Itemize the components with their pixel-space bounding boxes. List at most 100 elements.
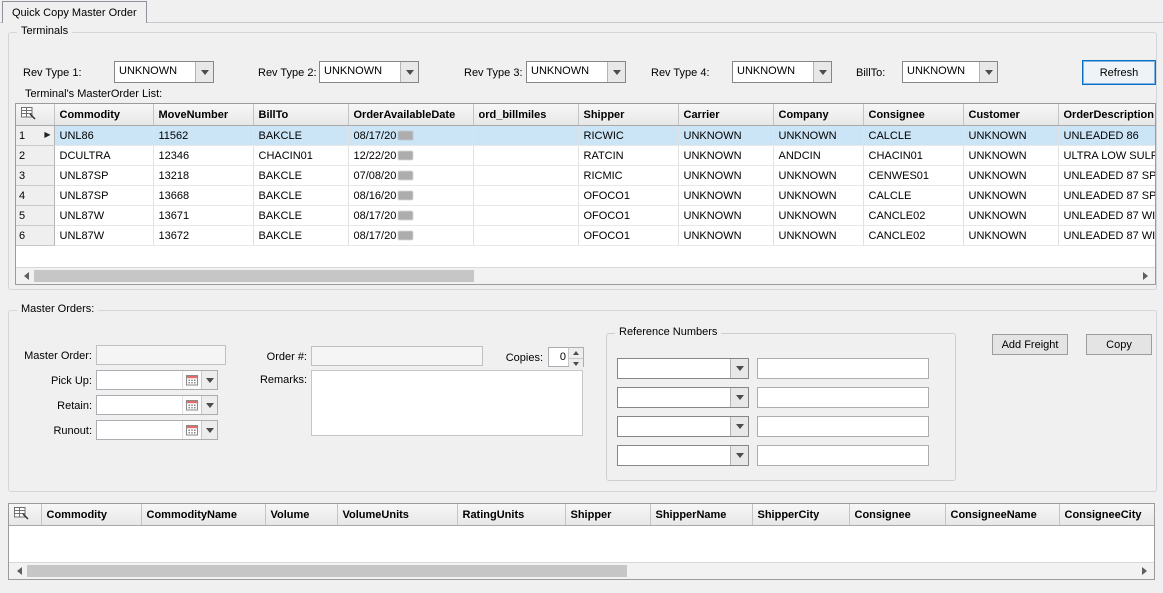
- grid-cell[interactable]: CALCLE: [863, 126, 963, 146]
- grid-cell[interactable]: [473, 146, 578, 166]
- scroll-right-button[interactable]: [1138, 563, 1154, 579]
- grid-cell[interactable]: [473, 126, 578, 146]
- grid-cell[interactable]: BAKCLE: [253, 166, 348, 186]
- grid-cell[interactable]: 07/08/20: [348, 166, 473, 186]
- chevron-down-icon[interactable]: [201, 371, 217, 389]
- rev-type-3-combobox[interactable]: UNKNOWN: [526, 61, 626, 83]
- reference-number-4-field[interactable]: [757, 445, 929, 466]
- grid-row-5[interactable]: 5UNL87W13671BAKCLE08/17/20OFOCO1UNKNOWNU…: [16, 206, 1155, 226]
- scroll-left-button[interactable]: [9, 563, 25, 579]
- column-header-shipper[interactable]: Shipper: [565, 504, 650, 526]
- chevron-down-icon[interactable]: [201, 421, 217, 439]
- grid-cell[interactable]: 13672: [153, 226, 253, 246]
- grid-row-4[interactable]: 4UNL87SP13668BAKCLE08/16/20OFOCO1UNKNOWN…: [16, 186, 1155, 206]
- column-header-consignee[interactable]: Consignee: [849, 504, 945, 526]
- grid-cell[interactable]: 13218: [153, 166, 253, 186]
- grid-cell[interactable]: OFOCO1: [578, 206, 678, 226]
- grid-cell[interactable]: UNKNOWN: [963, 126, 1058, 146]
- scrollbar-thumb[interactable]: [27, 565, 627, 577]
- grid-cell[interactable]: CHACIN01: [253, 146, 348, 166]
- grid-cell[interactable]: UNL87SP: [54, 186, 153, 206]
- grid-cell[interactable]: UNKNOWN: [773, 186, 863, 206]
- chevron-down-icon[interactable]: [979, 62, 997, 82]
- retain-date-picker[interactable]: [96, 395, 218, 415]
- grid-cell[interactable]: CANCLE02: [863, 206, 963, 226]
- column-header-orderavailabledate[interactable]: OrderAvailableDate: [348, 104, 473, 126]
- column-header-consigneename[interactable]: ConsigneeName: [945, 504, 1059, 526]
- grid-cell[interactable]: UNLEADED 87 WIN: [1058, 206, 1155, 226]
- grid-cell[interactable]: OFOCO1: [578, 186, 678, 206]
- chevron-down-icon[interactable]: [730, 417, 748, 436]
- rev-type-4-combobox[interactable]: UNKNOWN: [732, 61, 832, 83]
- grid-cell[interactable]: UNKNOWN: [963, 206, 1058, 226]
- grid-corner-selector-icon[interactable]: [9, 504, 41, 526]
- grid-cell[interactable]: UNKNOWN: [963, 146, 1058, 166]
- grid-cell[interactable]: CANCLE02: [863, 226, 963, 246]
- grid-cell[interactable]: 11562: [153, 126, 253, 146]
- grid-cell[interactable]: RICWIC: [578, 126, 678, 146]
- chevron-down-icon[interactable]: [201, 396, 217, 414]
- grid-cell[interactable]: UNKNOWN: [678, 146, 773, 166]
- grid-cell[interactable]: UNLEADED 86: [1058, 126, 1155, 146]
- rev-type-2-combobox[interactable]: UNKNOWN: [319, 61, 419, 83]
- column-header-customer[interactable]: Customer: [963, 104, 1058, 126]
- add-freight-button[interactable]: Add Freight: [992, 334, 1068, 355]
- column-header-company[interactable]: Company: [773, 104, 863, 126]
- grid-cell[interactable]: UNKNOWN: [773, 206, 863, 226]
- grid-cell[interactable]: CENWES01: [863, 166, 963, 186]
- grid-cell[interactable]: UNKNOWN: [773, 126, 863, 146]
- grid-cell[interactable]: 08/17/20: [348, 226, 473, 246]
- terminal-grid-body[interactable]: CommodityMoveNumberBillToOrderAvailableD…: [16, 104, 1155, 268]
- billto-combobox[interactable]: UNKNOWN: [902, 61, 998, 83]
- master-order-field[interactable]: [96, 345, 226, 365]
- column-header-movenumber[interactable]: MoveNumber: [153, 104, 253, 126]
- rev-type-1-combobox[interactable]: UNKNOWN: [114, 61, 214, 83]
- grid-row-3[interactable]: 3UNL87SP13218BAKCLE07/08/20RICMICUNKNOWN…: [16, 166, 1155, 186]
- freight-grid-horizontal-scrollbar[interactable]: [9, 562, 1154, 579]
- grid-cell[interactable]: 08/17/20: [348, 206, 473, 226]
- scroll-right-button[interactable]: [1139, 268, 1155, 284]
- grid-cell[interactable]: [473, 226, 578, 246]
- reference-number-3-field[interactable]: [757, 416, 929, 437]
- grid-cell[interactable]: UNLEADED 87 SPR: [1058, 166, 1155, 186]
- column-header-volumeunits[interactable]: VolumeUnits: [337, 504, 457, 526]
- column-header-shippername[interactable]: ShipperName: [650, 504, 752, 526]
- chevron-down-icon[interactable]: [730, 359, 748, 378]
- column-header-consignee[interactable]: Consignee: [863, 104, 963, 126]
- grid-cell[interactable]: BAKCLE: [253, 226, 348, 246]
- calendar-icon[interactable]: [182, 396, 201, 414]
- chevron-down-icon[interactable]: [730, 388, 748, 407]
- grid-cell[interactable]: UNKNOWN: [678, 226, 773, 246]
- grid-cell[interactable]: 08/17/20: [348, 126, 473, 146]
- column-header-billto[interactable]: BillTo: [253, 104, 348, 126]
- reference-type-4-combobox[interactable]: [617, 445, 749, 466]
- reference-type-2-combobox[interactable]: [617, 387, 749, 408]
- grid-cell[interactable]: 13668: [153, 186, 253, 206]
- grid-row-6[interactable]: 6UNL87W13672BAKCLE08/17/20OFOCO1UNKNOWNU…: [16, 226, 1155, 246]
- row-selector[interactable]: 4: [16, 186, 54, 206]
- grid-cell[interactable]: 13671: [153, 206, 253, 226]
- grid-cell[interactable]: UNKNOWN: [963, 186, 1058, 206]
- grid-corner-selector-icon[interactable]: [16, 104, 54, 126]
- grid-cell[interactable]: UNKNOWN: [963, 226, 1058, 246]
- column-header-carrier[interactable]: Carrier: [678, 104, 773, 126]
- grid-cell[interactable]: UNKNOWN: [773, 166, 863, 186]
- grid-cell[interactable]: [473, 166, 578, 186]
- row-selector[interactable]: 5: [16, 206, 54, 226]
- chevron-down-icon[interactable]: [730, 446, 748, 465]
- column-header-orderdescription[interactable]: OrderDescription: [1058, 104, 1155, 126]
- reference-number-1-field[interactable]: [757, 358, 929, 379]
- terminal-masterorder-grid[interactable]: CommodityMoveNumberBillToOrderAvailableD…: [15, 103, 1156, 285]
- grid-cell[interactable]: UNL86: [54, 126, 153, 146]
- column-header-ord_billmiles[interactable]: ord_billmiles: [473, 104, 578, 126]
- calendar-icon[interactable]: [182, 421, 201, 439]
- grid-cell[interactable]: [473, 186, 578, 206]
- grid-cell[interactable]: CHACIN01: [863, 146, 963, 166]
- grid-cell[interactable]: BAKCLE: [253, 186, 348, 206]
- grid-cell[interactable]: UNKNOWN: [678, 166, 773, 186]
- chevron-down-icon[interactable]: [195, 62, 213, 82]
- column-header-shippercity[interactable]: ShipperCity: [752, 504, 849, 526]
- grid-cell[interactable]: DCULTRA: [54, 146, 153, 166]
- grid-row-2[interactable]: 2DCULTRA12346CHACIN0112/22/20RATCINUNKNO…: [16, 146, 1155, 166]
- column-header-volume[interactable]: Volume: [265, 504, 337, 526]
